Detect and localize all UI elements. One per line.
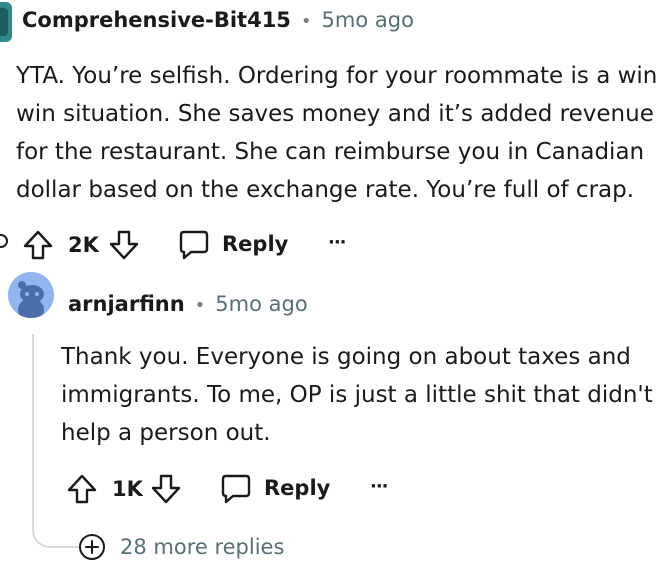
more-replies-button[interactable]: 28 more replies [78, 533, 284, 561]
vote-count: 2K [68, 233, 99, 257]
avatar[interactable] [8, 272, 54, 318]
avatar[interactable] [0, 2, 12, 42]
comment-line: immigrants. To me, OP is just a little s… [61, 382, 653, 408]
plus-circle-icon [79, 534, 105, 560]
snoo-icon [18, 281, 44, 318]
speech-bubble-icon [179, 230, 209, 260]
thread-line[interactable] [32, 334, 34, 530]
thread-curve [32, 510, 80, 548]
reply-button[interactable]: Reply [178, 228, 288, 260]
downvote-button[interactable] [150, 473, 182, 505]
comment-line: win situation. She saves money and it’s … [16, 101, 654, 127]
comment-line: YTA. You’re selfish. Ordering for your r… [16, 63, 658, 89]
comment-body: Thank you. Everyone is going on about ta… [61, 338, 666, 452]
comment-line: Thank you. Everyone is going on about ta… [61, 344, 631, 370]
downvote-button[interactable] [108, 229, 140, 261]
timestamp[interactable]: 5mo ago [215, 292, 307, 316]
more-options-button[interactable]: ··· [328, 232, 346, 253]
arrow-down-icon [109, 230, 139, 260]
ellipsis-icon: ··· [370, 476, 388, 497]
comment-line: for the restaurant. She can reimburse yo… [16, 139, 645, 165]
arrow-up-icon [67, 474, 97, 504]
collapse-toggle[interactable] [0, 234, 8, 248]
arrow-up-icon [23, 230, 53, 260]
reply-button[interactable]: Reply [220, 472, 330, 504]
username[interactable]: Comprehensive-Bit415 [22, 8, 291, 32]
speech-bubble-icon [221, 474, 251, 504]
separator-dot: • [194, 295, 206, 316]
separator-dot: • [300, 11, 312, 32]
reply-label: Reply [222, 232, 289, 256]
ellipsis-icon: ··· [328, 232, 346, 253]
comment-body: YTA. You’re selfish. Ordering for your r… [16, 57, 666, 209]
more-options-button[interactable]: ··· [370, 476, 388, 497]
timestamp[interactable]: 5mo ago [322, 8, 414, 32]
comment-header: arnjarfinn • 5mo ago [68, 292, 308, 316]
upvote-button[interactable] [22, 229, 54, 261]
reply-label: Reply [264, 476, 331, 500]
more-replies-label: 28 more replies [120, 535, 285, 559]
comment-line: help a person out. [61, 420, 271, 446]
arrow-down-icon [151, 474, 181, 504]
comment-line: dollar based on the exchange rate. You’r… [16, 177, 635, 203]
upvote-button[interactable] [66, 473, 98, 505]
username[interactable]: arnjarfinn [68, 292, 185, 316]
vote-count: 1K [112, 477, 143, 501]
comment-header: Comprehensive-Bit415 • 5mo ago [22, 8, 414, 32]
